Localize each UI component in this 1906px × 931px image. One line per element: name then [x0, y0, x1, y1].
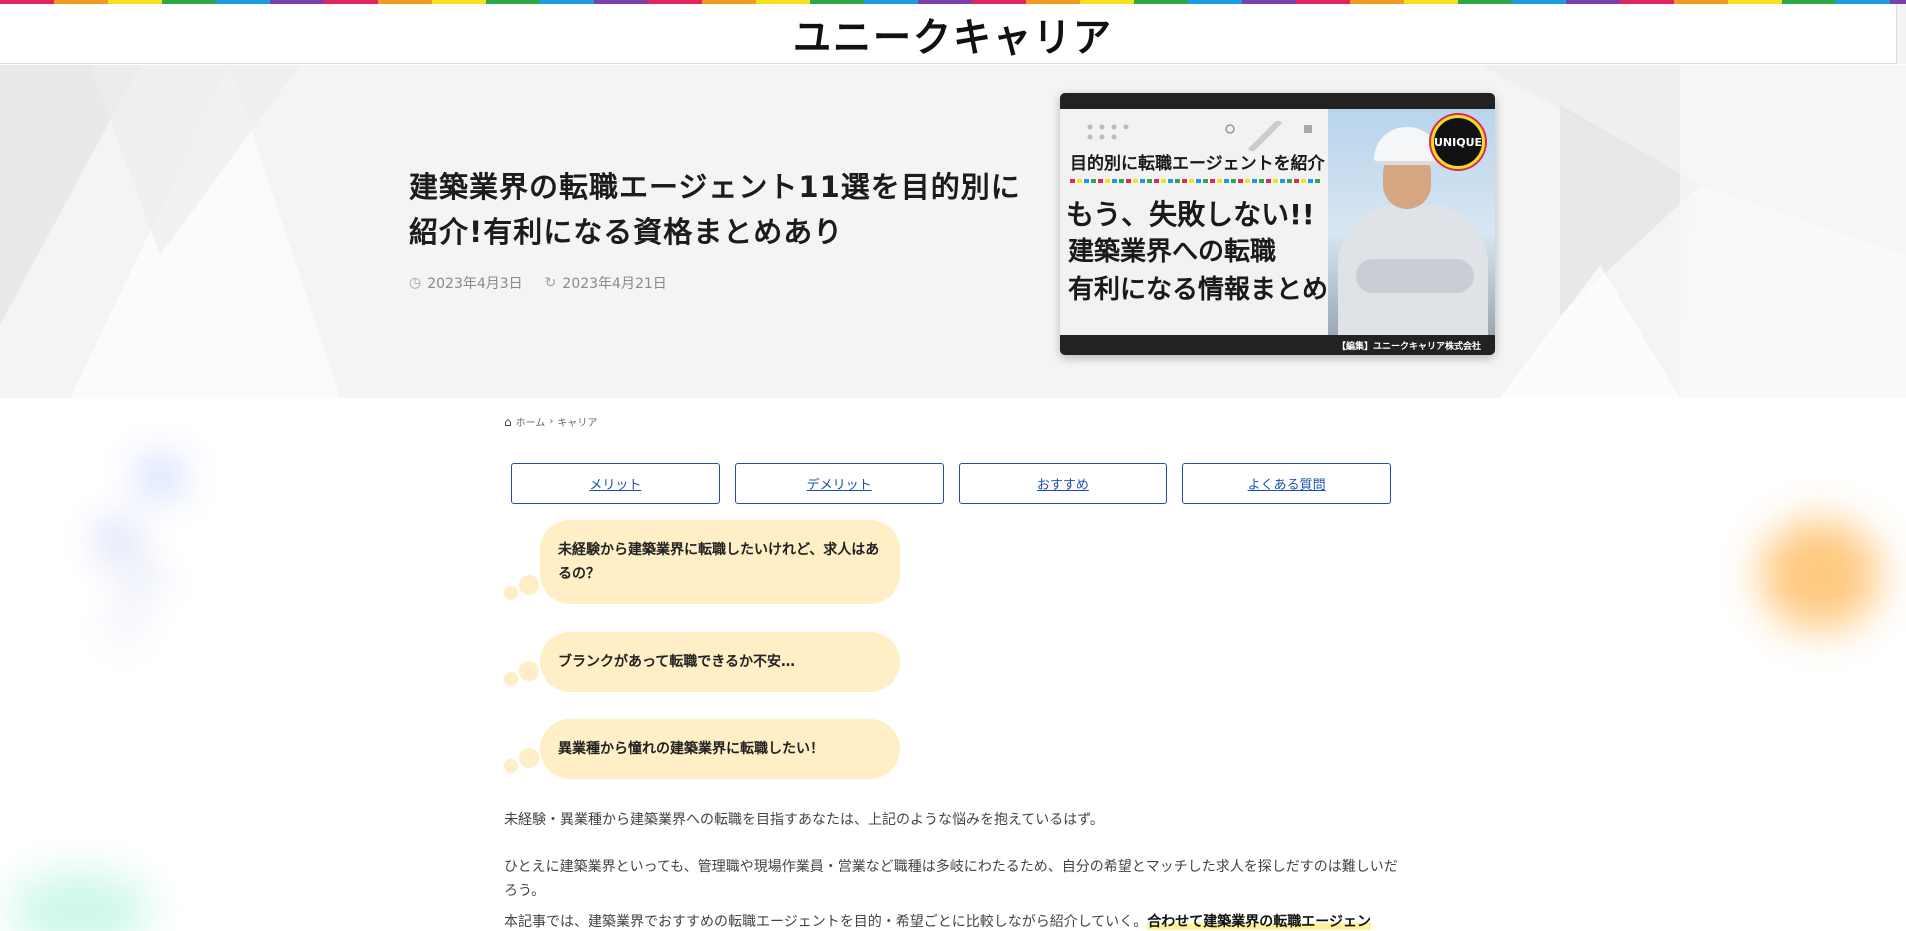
paragraph-text: 本記事では、建築業界でおすすめの転職エージェントを目的・希望ごとに比較しながら紹…: [504, 914, 1148, 930]
thumbnail-headline-1: もう、失敗しない!!: [1066, 198, 1315, 231]
bubble-text: ブランクがあって転職できるか不安…: [558, 654, 796, 670]
thought-bubble: 未経験から建築業界に転職したいけれど、求人はあるの？: [540, 520, 900, 604]
site-logo[interactable]: ユニークキャリア: [793, 5, 1113, 63]
intro-paragraph: 未経験・異業種から建築業界への転職を目指すあなたは、上記のような悩みを抱えている…: [504, 812, 1104, 828]
decorative-blur: [110, 615, 138, 639]
breadcrumb-home[interactable]: ホーム: [516, 414, 546, 429]
breadcrumb: ⌂ ホーム › キャリア: [504, 414, 597, 430]
decorative-blur: [100, 525, 136, 555]
home-icon: ⌂: [504, 414, 512, 429]
bubble-text: 異業種から憧れの建築業界に転職したい！: [558, 741, 824, 757]
refresh-icon: ↻: [544, 275, 557, 291]
article-thumbnail: 目的別に転職エージェントを紹介 もう、失敗しない!! 建築業界への転職 有利にな…: [1060, 93, 1495, 355]
thought-dot: [504, 672, 518, 686]
thumbnail-canvas: 目的別に転職エージェントを紹介 もう、失敗しない!! 建築業界への転職 有利にな…: [1060, 109, 1495, 335]
breadcrumb-category[interactable]: キャリア: [557, 414, 597, 429]
thumbnail-subtitle: 目的別に転職エージェントを紹介: [1070, 154, 1325, 174]
thumbnail-headline-2: 建築業界への転職: [1068, 237, 1277, 267]
thought-dot: [519, 748, 539, 768]
chevron-right-icon: ›: [549, 416, 554, 427]
article-hero: 建築業界の転職エージェント11選を目的別に紹介!有利になる資格まとめあり ◷ 2…: [0, 65, 1906, 398]
body-paragraph: 本記事では、建築業界でおすすめの転職エージェントを目的・希望ごとに比較しながら紹…: [504, 910, 1399, 931]
thought-bubble: ブランクがあって転職できるか不安…: [540, 632, 900, 692]
toc-demerit-button[interactable]: デメリット: [734, 463, 944, 504]
unique-badge: UNIQUE: [1431, 115, 1485, 169]
thought-dot: [519, 575, 539, 595]
scrollbar[interactable]: [1896, 4, 1906, 64]
thought-dot: [504, 586, 518, 600]
decorative-blur: [125, 570, 155, 594]
decorative-blur: [140, 462, 180, 492]
toc-recommend-button[interactable]: おすすめ: [958, 463, 1168, 504]
clock-icon: ◷: [409, 275, 422, 291]
updated-date: 2023年4月21日: [562, 276, 667, 292]
article-title: 建築業界の転職エージェント11選を目的別に紹介!有利になる資格まとめあり: [409, 170, 1021, 249]
thumbnail-stripe: [1070, 179, 1320, 183]
thought-dot: [504, 759, 518, 773]
thought-dot: [519, 661, 539, 681]
toc-merit-button[interactable]: メリット: [511, 463, 720, 504]
thought-bubble: 異業種から憧れの建築業界に転職したい！: [540, 719, 900, 779]
thumbnail-credit: 【編集】ユニークキャリア株式会社: [1336, 342, 1481, 352]
thumbnail-headline-3: 有利になる情報まとめ: [1068, 275, 1329, 305]
highlighted-text: 合わせて建築業界の転職エージェン: [1147, 914, 1372, 930]
article-dates: ◷ 2023年4月3日 ↻ 2023年4月21日: [409, 273, 667, 293]
decorative-blur: [10, 870, 150, 931]
decorative-blur: [1760, 520, 1880, 630]
worker-photo: UNIQUE: [1328, 109, 1495, 335]
bubble-text: 未経験から建築業界に転職したいけれど、求人はあるの？: [558, 542, 880, 582]
table-of-contents-buttons: メリット デメリット おすすめ よくある質問: [511, 463, 1391, 504]
published-date: 2023年4月3日: [427, 276, 523, 292]
thumbnail-decoration: [1087, 121, 1312, 151]
toc-faq-button[interactable]: よくある質問: [1182, 463, 1391, 504]
body-paragraph: ひとえに建築業界といっても、管理職や現場作業員・営業など職種は多岐にわたるため、…: [504, 859, 1398, 899]
site-header: ユニークキャリア: [0, 4, 1906, 64]
